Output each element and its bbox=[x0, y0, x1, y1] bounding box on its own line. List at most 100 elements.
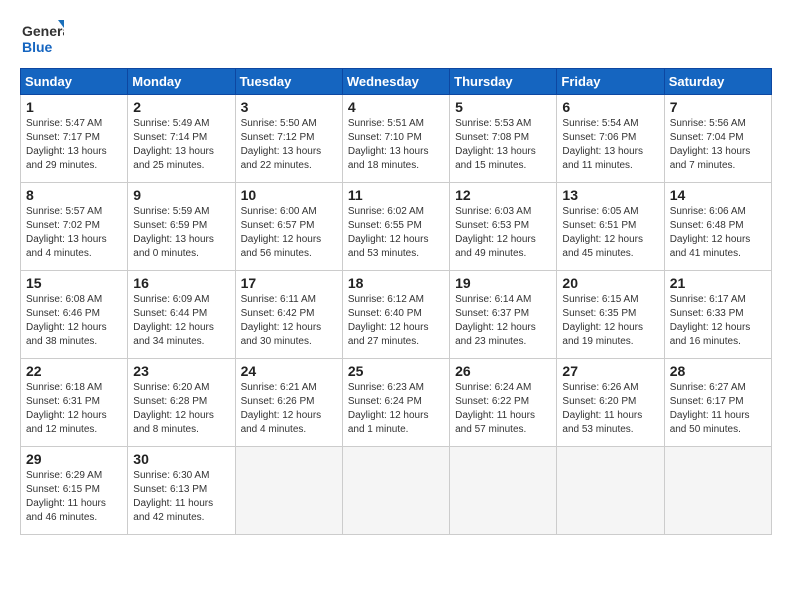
calendar-day-empty bbox=[664, 447, 771, 535]
day-number: 23 bbox=[133, 363, 229, 379]
day-number: 3 bbox=[241, 99, 337, 115]
calendar-day-24: 24 Sunrise: 6:21 AMSunset: 6:26 PMDayligh… bbox=[235, 359, 342, 447]
weekday-header-tuesday: Tuesday bbox=[235, 69, 342, 95]
calendar-day-12: 12Sunrise: 6:03 AMSunset: 6:53 PMDayligh… bbox=[450, 183, 557, 271]
day-number: 16 bbox=[133, 275, 229, 291]
calendar-day-30: 30 Sunrise: 6:30 AMSunset: 6:13 PMDayligh… bbox=[128, 447, 235, 535]
day-info: Sunrise: 5:57 AMSunset: 7:02 PMDaylight:… bbox=[26, 205, 122, 261]
calendar-week-row: 1 Sunrise: 5:47 AMSunset: 7:17 PMDaylight… bbox=[21, 95, 772, 183]
calendar-day-21: 21 Sunrise: 6:17 AMSunset: 6:33 PMDayligh… bbox=[664, 271, 771, 359]
day-number: 21 bbox=[670, 275, 766, 291]
day-info: Sunrise: 6:18 AMSunset: 6:31 PMDaylight:… bbox=[26, 381, 122, 437]
day-info: Sunrise: 6:14 AMSunset: 6:37 PMDaylight:… bbox=[455, 293, 551, 349]
day-info: Sunrise: 6:02 AMSunset: 6:55 PMDaylight:… bbox=[348, 205, 444, 261]
day-info: Sunrise: 6:29 AMSunset: 6:15 PMDaylight:… bbox=[26, 469, 122, 525]
calendar-day-7: 7 Sunrise: 5:56 AMSunset: 7:04 PMDaylight… bbox=[664, 95, 771, 183]
calendar-day-23: 23 Sunrise: 6:20 AMSunset: 6:28 PMDayligh… bbox=[128, 359, 235, 447]
weekday-header-wednesday: Wednesday bbox=[342, 69, 449, 95]
day-info: Sunrise: 6:12 AMSunset: 6:40 PMDaylight:… bbox=[348, 293, 444, 349]
day-number: 30 bbox=[133, 451, 229, 467]
day-number: 25 bbox=[348, 363, 444, 379]
day-number: 17 bbox=[241, 275, 337, 291]
calendar: SundayMondayTuesdayWednesdayThursdayFrid… bbox=[20, 68, 772, 535]
day-info: Sunrise: 5:47 AMSunset: 7:17 PMDaylight:… bbox=[26, 117, 122, 173]
day-number: 4 bbox=[348, 99, 444, 115]
day-info: Sunrise: 6:00 AMSunset: 6:57 PMDaylight:… bbox=[241, 205, 337, 261]
day-info: Sunrise: 6:27 AMSunset: 6:17 PMDaylight:… bbox=[670, 381, 766, 437]
day-number: 18 bbox=[348, 275, 444, 291]
logo-svg: General Blue bbox=[20, 16, 64, 60]
calendar-day-6: 6 Sunrise: 5:54 AMSunset: 7:06 PMDaylight… bbox=[557, 95, 664, 183]
day-number: 20 bbox=[562, 275, 658, 291]
calendar-day-empty bbox=[450, 447, 557, 535]
day-info: Sunrise: 6:05 AMSunset: 6:51 PMDaylight:… bbox=[562, 205, 658, 261]
weekday-header-row: SundayMondayTuesdayWednesdayThursdayFrid… bbox=[21, 69, 772, 95]
day-number: 26 bbox=[455, 363, 551, 379]
day-info: Sunrise: 6:17 AMSunset: 6:33 PMDaylight:… bbox=[670, 293, 766, 349]
day-info: Sunrise: 5:56 AMSunset: 7:04 PMDaylight:… bbox=[670, 117, 766, 173]
weekday-header-saturday: Saturday bbox=[664, 69, 771, 95]
day-number: 7 bbox=[670, 99, 766, 115]
calendar-day-17: 17Sunrise: 6:11 AMSunset: 6:42 PMDayligh… bbox=[235, 271, 342, 359]
calendar-week-row: 15 Sunrise: 6:08 AMSunset: 6:46 PMDayligh… bbox=[21, 271, 772, 359]
day-info: Sunrise: 6:03 AMSunset: 6:53 PMDaylight:… bbox=[455, 205, 551, 261]
calendar-day-3: 3 Sunrise: 5:50 AMSunset: 7:12 PMDaylight… bbox=[235, 95, 342, 183]
calendar-day-5: 5 Sunrise: 5:53 AMSunset: 7:08 PMDaylight… bbox=[450, 95, 557, 183]
day-info: Sunrise: 6:30 AMSunset: 6:13 PMDaylight:… bbox=[133, 469, 229, 525]
day-number: 2 bbox=[133, 99, 229, 115]
day-number: 29 bbox=[26, 451, 122, 467]
day-info: Sunrise: 5:54 AMSunset: 7:06 PMDaylight:… bbox=[562, 117, 658, 173]
calendar-day-29: 29 Sunrise: 6:29 AMSunset: 6:15 PMDayligh… bbox=[21, 447, 128, 535]
weekday-header-thursday: Thursday bbox=[450, 69, 557, 95]
day-info: Sunrise: 5:59 AMSunset: 6:59 PMDaylight:… bbox=[133, 205, 229, 261]
calendar-day-16: 16Sunrise: 6:09 AMSunset: 6:44 PMDayligh… bbox=[128, 271, 235, 359]
weekday-header-friday: Friday bbox=[557, 69, 664, 95]
calendar-day-10: 10 Sunrise: 6:00 AMSunset: 6:57 PMDayligh… bbox=[235, 183, 342, 271]
calendar-day-2: 2 Sunrise: 5:49 AMSunset: 7:14 PMDaylight… bbox=[128, 95, 235, 183]
day-number: 15 bbox=[26, 275, 122, 291]
day-info: Sunrise: 6:21 AMSunset: 6:26 PMDaylight:… bbox=[241, 381, 337, 437]
calendar-day-22: 22 Sunrise: 6:18 AMSunset: 6:31 PMDayligh… bbox=[21, 359, 128, 447]
day-number: 24 bbox=[241, 363, 337, 379]
day-number: 19 bbox=[455, 275, 551, 291]
day-number: 6 bbox=[562, 99, 658, 115]
calendar-day-14: 14Sunrise: 6:06 AMSunset: 6:48 PMDayligh… bbox=[664, 183, 771, 271]
calendar-week-row: 22 Sunrise: 6:18 AMSunset: 6:31 PMDayligh… bbox=[21, 359, 772, 447]
day-info: Sunrise: 6:26 AMSunset: 6:20 PMDaylight:… bbox=[562, 381, 658, 437]
calendar-day-28: 28 Sunrise: 6:27 AMSunset: 6:17 PMDayligh… bbox=[664, 359, 771, 447]
calendar-day-empty bbox=[342, 447, 449, 535]
day-number: 10 bbox=[241, 187, 337, 203]
calendar-day-26: 26 Sunrise: 6:24 AMSunset: 6:22 PMDayligh… bbox=[450, 359, 557, 447]
calendar-day-19: 19 Sunrise: 6:14 AMSunset: 6:37 PMDayligh… bbox=[450, 271, 557, 359]
day-info: Sunrise: 5:49 AMSunset: 7:14 PMDaylight:… bbox=[133, 117, 229, 173]
day-number: 1 bbox=[26, 99, 122, 115]
calendar-day-18: 18 Sunrise: 6:12 AMSunset: 6:40 PMDayligh… bbox=[342, 271, 449, 359]
day-info: Sunrise: 6:24 AMSunset: 6:22 PMDaylight:… bbox=[455, 381, 551, 437]
day-info: Sunrise: 6:15 AMSunset: 6:35 PMDaylight:… bbox=[562, 293, 658, 349]
page: General Blue SundayMondayTuesdayWednesda… bbox=[0, 0, 792, 555]
day-info: Sunrise: 6:08 AMSunset: 6:46 PMDaylight:… bbox=[26, 293, 122, 349]
calendar-day-25: 25Sunrise: 6:23 AMSunset: 6:24 PMDayligh… bbox=[342, 359, 449, 447]
calendar-day-8: 8Sunrise: 5:57 AMSunset: 7:02 PMDaylight… bbox=[21, 183, 128, 271]
day-info: Sunrise: 6:20 AMSunset: 6:28 PMDaylight:… bbox=[133, 381, 229, 437]
calendar-day-15: 15 Sunrise: 6:08 AMSunset: 6:46 PMDayligh… bbox=[21, 271, 128, 359]
calendar-day-27: 27Sunrise: 6:26 AMSunset: 6:20 PMDayligh… bbox=[557, 359, 664, 447]
weekday-header-monday: Monday bbox=[128, 69, 235, 95]
logo: General Blue bbox=[20, 16, 64, 60]
day-info: Sunrise: 5:53 AMSunset: 7:08 PMDaylight:… bbox=[455, 117, 551, 173]
calendar-day-20: 20 Sunrise: 6:15 AMSunset: 6:35 PMDayligh… bbox=[557, 271, 664, 359]
calendar-day-empty bbox=[557, 447, 664, 535]
day-info: Sunrise: 6:06 AMSunset: 6:48 PMDaylight:… bbox=[670, 205, 766, 261]
calendar-day-4: 4Sunrise: 5:51 AMSunset: 7:10 PMDaylight… bbox=[342, 95, 449, 183]
day-number: 5 bbox=[455, 99, 551, 115]
weekday-header-sunday: Sunday bbox=[21, 69, 128, 95]
day-number: 28 bbox=[670, 363, 766, 379]
day-number: 9 bbox=[133, 187, 229, 203]
calendar-day-11: 11Sunrise: 6:02 AMSunset: 6:55 PMDayligh… bbox=[342, 183, 449, 271]
calendar-day-9: 9 Sunrise: 5:59 AMSunset: 6:59 PMDaylight… bbox=[128, 183, 235, 271]
calendar-day-13: 13Sunrise: 6:05 AMSunset: 6:51 PMDayligh… bbox=[557, 183, 664, 271]
header: General Blue bbox=[20, 16, 772, 60]
calendar-day-1: 1 Sunrise: 5:47 AMSunset: 7:17 PMDaylight… bbox=[21, 95, 128, 183]
day-info: Sunrise: 5:50 AMSunset: 7:12 PMDaylight:… bbox=[241, 117, 337, 173]
day-number: 22 bbox=[26, 363, 122, 379]
